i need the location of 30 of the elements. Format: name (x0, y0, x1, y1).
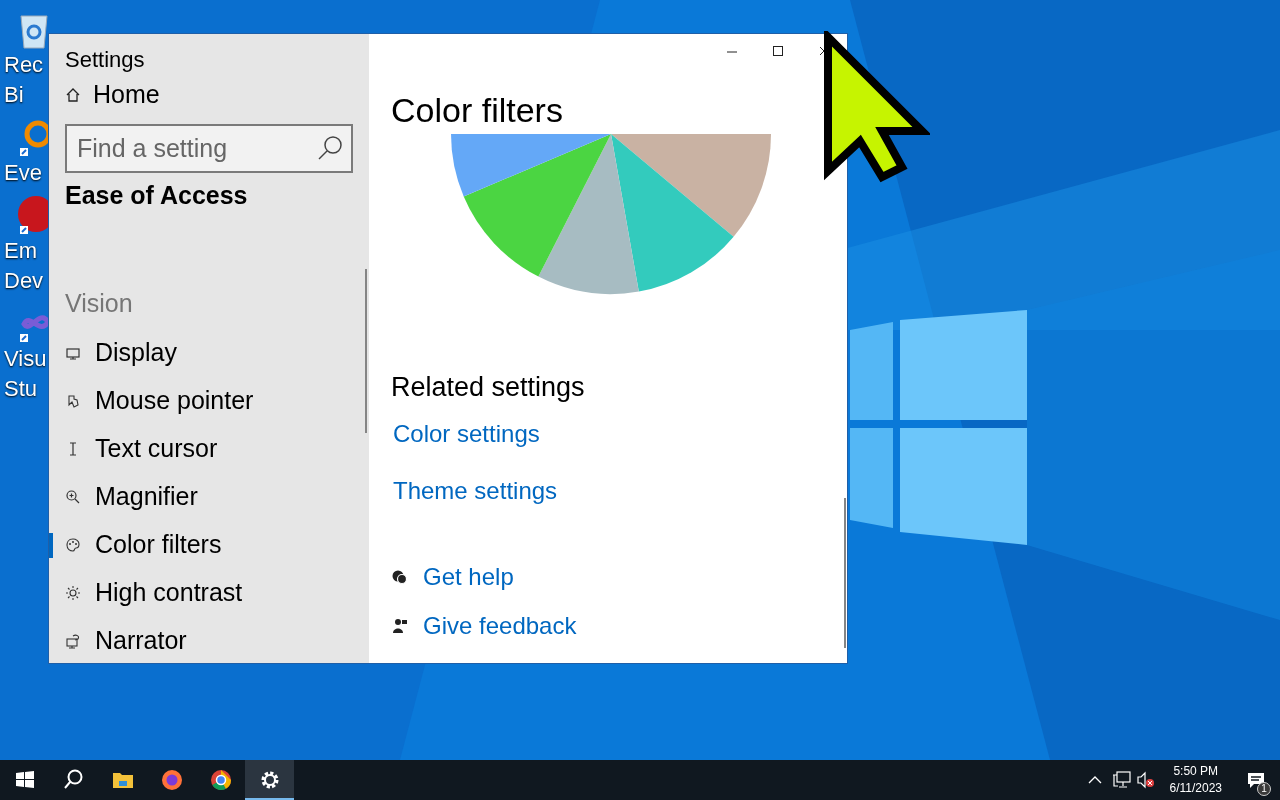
group-heading: Vision (65, 288, 134, 319)
section-heading: Ease of Access (65, 180, 249, 211)
nav-item[interactable]: Mouse pointer (49, 377, 369, 425)
nav-item[interactable]: High contrast (49, 569, 369, 617)
nav-item[interactable]: Narrator (49, 617, 369, 665)
nav-item[interactable]: Text cursor (49, 425, 369, 473)
icon-label: Bi (3, 81, 24, 109)
clock-time: 5:50 PM (1173, 763, 1219, 780)
settings-link[interactable]: Theme settings (393, 475, 558, 507)
notification-badge: 1 (1257, 782, 1271, 796)
icon-label: Eve (3, 159, 42, 187)
section-heading: Related settings (391, 371, 586, 404)
clock-date: 6/11/2023 (1169, 780, 1222, 797)
clock[interactable]: 5:50 PM 6/11/2023 (1163, 763, 1228, 797)
icon-label: Rec (3, 51, 44, 79)
home-nav-item[interactable]: Home (65, 78, 369, 112)
icon-label: Visu (3, 345, 47, 373)
window-title: Settings (65, 46, 146, 74)
page-heading: Color filters (391, 90, 564, 131)
search-field[interactable]: Find a setting (65, 124, 353, 173)
icon-label: Em (3, 237, 37, 265)
nav-item[interactable]: Display (49, 329, 369, 377)
notifications-button[interactable]: 1 (1232, 760, 1280, 800)
help-link[interactable]: Give feedback (423, 610, 577, 642)
nav-item[interactable]: Color filters (49, 521, 369, 569)
settings-link[interactable]: Color settings (393, 418, 540, 450)
help-link[interactable]: Get help (423, 561, 514, 593)
icon-label: Dev (3, 267, 44, 295)
icon-label: Stu (3, 375, 38, 403)
nav-item[interactable]: Magnifier (49, 473, 369, 521)
